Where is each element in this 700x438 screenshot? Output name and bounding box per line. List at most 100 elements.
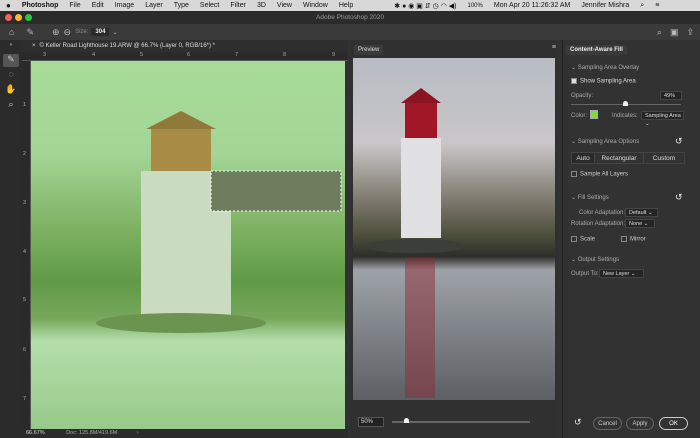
rock-island: [96, 313, 266, 333]
ruler-label: 1: [23, 102, 27, 108]
maximize-window-button[interactable]: [25, 14, 32, 21]
status-icons: ✱ ● ◉ ▣ ⇵ ◷ ◠ ◀): [394, 2, 457, 10]
preview-image[interactable]: [353, 58, 555, 400]
show-sampling-checkbox[interactable]: Show Sampling Area: [571, 78, 636, 85]
menu-layer[interactable]: Layer: [145, 2, 163, 9]
reset-sampling-icon[interactable]: ↺: [675, 136, 683, 147]
mode-rectangular[interactable]: Rectangular: [594, 153, 643, 163]
ruler-label: 4: [92, 52, 96, 58]
brush-preset-icon[interactable]: ✎: [26, 27, 34, 38]
spotlight-icon[interactable]: ⌕: [640, 2, 644, 10]
checkbox-label: Scale: [580, 236, 596, 243]
checkbox[interactable]: [571, 171, 577, 177]
menu-image[interactable]: Image: [115, 2, 134, 9]
lighthouse-lantern: [151, 126, 211, 171]
menu-help[interactable]: Help: [339, 2, 353, 9]
scale-checkbox[interactable]: Scale: [571, 236, 595, 243]
panel-title: Content-Aware Fill: [566, 45, 627, 55]
document-canvas[interactable]: [31, 61, 345, 429]
control-center-icon[interactable]: ≡: [655, 2, 659, 9]
status-bar: 66.67% Doc: 125.8M/419.6M ›: [22, 429, 348, 438]
hand-tool-icon[interactable]: ✋: [3, 84, 19, 97]
share-icon[interactable]: ⇪: [686, 27, 694, 38]
opacity-thumb[interactable]: [622, 101, 628, 106]
mode-auto[interactable]: Auto: [572, 153, 594, 163]
lighthouse-roof: [146, 111, 216, 129]
mac-menubar: ● Photoshop File Edit Image Layer Type S…: [0, 0, 700, 11]
mirror-checkbox[interactable]: Mirror: [621, 236, 646, 243]
checkbox-checked[interactable]: [571, 78, 577, 84]
mixer-brush-tool-icon[interactable]: ✎: [3, 54, 19, 67]
section-title: Output Settings: [577, 257, 620, 263]
user-name[interactable]: Jennifer Mishra: [581, 2, 629, 9]
preview-tab[interactable]: Preview: [354, 45, 384, 55]
close-tab-icon[interactable]: ×: [32, 43, 36, 49]
menu-type[interactable]: Type: [174, 2, 189, 9]
menu-3d[interactable]: 3D: [257, 2, 266, 9]
size-field[interactable]: 304: [91, 28, 110, 36]
sampling-mode-group: Auto Rectangular Custom: [571, 152, 685, 164]
menu-filter[interactable]: Filter: [230, 2, 246, 9]
color-adaptation-dropdown[interactable]: Default ⌄: [625, 208, 658, 217]
section-sampling-options[interactable]: ⌄ Sampling Area Options: [571, 138, 639, 145]
ruler-label: 4: [23, 249, 27, 255]
minimize-window-button[interactable]: [15, 14, 22, 21]
indicates-dropdown[interactable]: Sampling Area ⌄: [641, 111, 684, 127]
preview-zoom-slider[interactable]: [392, 421, 530, 423]
rotation-adaptation-label: Rotation Adaptation:: [571, 221, 626, 227]
collapse-icon[interactable]: »: [3, 42, 19, 52]
workspace-icon[interactable]: ▣: [670, 27, 679, 38]
lasso-tool-icon[interactable]: ◌: [3, 69, 19, 82]
ruler-label: 7: [235, 52, 239, 58]
menu-window[interactable]: Window: [303, 2, 328, 9]
section-fill-settings[interactable]: ⌄ Fill Settings: [571, 194, 609, 201]
sample-all-layers-checkbox[interactable]: Sample All Layers: [571, 171, 628, 178]
battery-percent: 100%: [467, 2, 483, 9]
menu-photoshop[interactable]: Photoshop: [22, 2, 59, 9]
home-icon[interactable]: ⌂: [9, 27, 14, 37]
search-icon[interactable]: ⌕: [657, 27, 662, 38]
cancel-button[interactable]: Cancel: [593, 417, 622, 430]
checkbox-label: Show Sampling Area: [580, 78, 636, 85]
content-aware-fill-panel: Content-Aware Fill ⌄ Sampling Area Overl…: [562, 40, 698, 438]
section-title: Fill Settings: [577, 195, 609, 201]
preview-zoom-field[interactable]: 50%: [358, 417, 384, 427]
menu-view[interactable]: View: [277, 2, 292, 9]
rotation-adaptation-dropdown[interactable]: None ⌄: [625, 219, 655, 228]
document-tab[interactable]: × © Keller Road Lighthouse 19.ARW @ 66.7%…: [22, 40, 348, 52]
reset-all-icon[interactable]: ↺: [574, 417, 582, 428]
subtract-mode-icon[interactable]: ⊖: [64, 27, 72, 38]
section-title: Sampling Area Options: [577, 139, 640, 145]
checkbox[interactable]: [571, 236, 577, 242]
output-to-dropdown[interactable]: New Layer ⌄: [599, 269, 644, 278]
zoom-tool-icon[interactable]: ⌕: [3, 99, 19, 112]
section-sampling-overlay[interactable]: ⌄ Sampling Area Overlay: [571, 64, 639, 71]
section-output-settings[interactable]: ⌄ Output Settings: [571, 256, 619, 263]
apply-button[interactable]: Apply: [626, 417, 654, 430]
ruler-label: 7: [23, 396, 27, 402]
zoom-level[interactable]: 66.67%: [26, 430, 45, 436]
clock[interactable]: Mon Apr 20 11:26:32 AM: [494, 2, 571, 9]
checkbox[interactable]: [621, 236, 627, 242]
status-menu-icon[interactable]: ›: [137, 430, 139, 436]
ok-button[interactable]: OK: [659, 417, 688, 430]
mode-custom[interactable]: Custom: [643, 153, 684, 163]
preview-menu-icon[interactable]: ≡: [552, 44, 556, 51]
doc-info[interactable]: Doc: 125.8M/419.6M: [66, 430, 117, 436]
menu-select[interactable]: Select: [200, 2, 219, 9]
add-mode-icon[interactable]: ⊕: [52, 27, 60, 38]
size-dropdown-icon[interactable]: ⌄: [112, 29, 117, 36]
close-window-button[interactable]: [5, 14, 12, 21]
menu-file[interactable]: File: [69, 2, 80, 9]
color-swatch[interactable]: [590, 110, 598, 119]
window-titlebar: Adobe Photoshop 2020: [0, 11, 700, 24]
reset-fill-icon[interactable]: ↺: [675, 192, 683, 203]
preview-lighthouse: [365, 88, 465, 398]
color-label: Color:: [571, 113, 588, 119]
window-title: Adobe Photoshop 2020: [316, 14, 384, 21]
menu-edit[interactable]: Edit: [92, 2, 104, 9]
apple-icon[interactable]: ●: [6, 1, 11, 10]
opacity-field[interactable]: 49%: [660, 91, 682, 100]
preview-zoom-thumb[interactable]: [403, 418, 409, 423]
lighthouse-image-with-overlay: [96, 111, 342, 333]
